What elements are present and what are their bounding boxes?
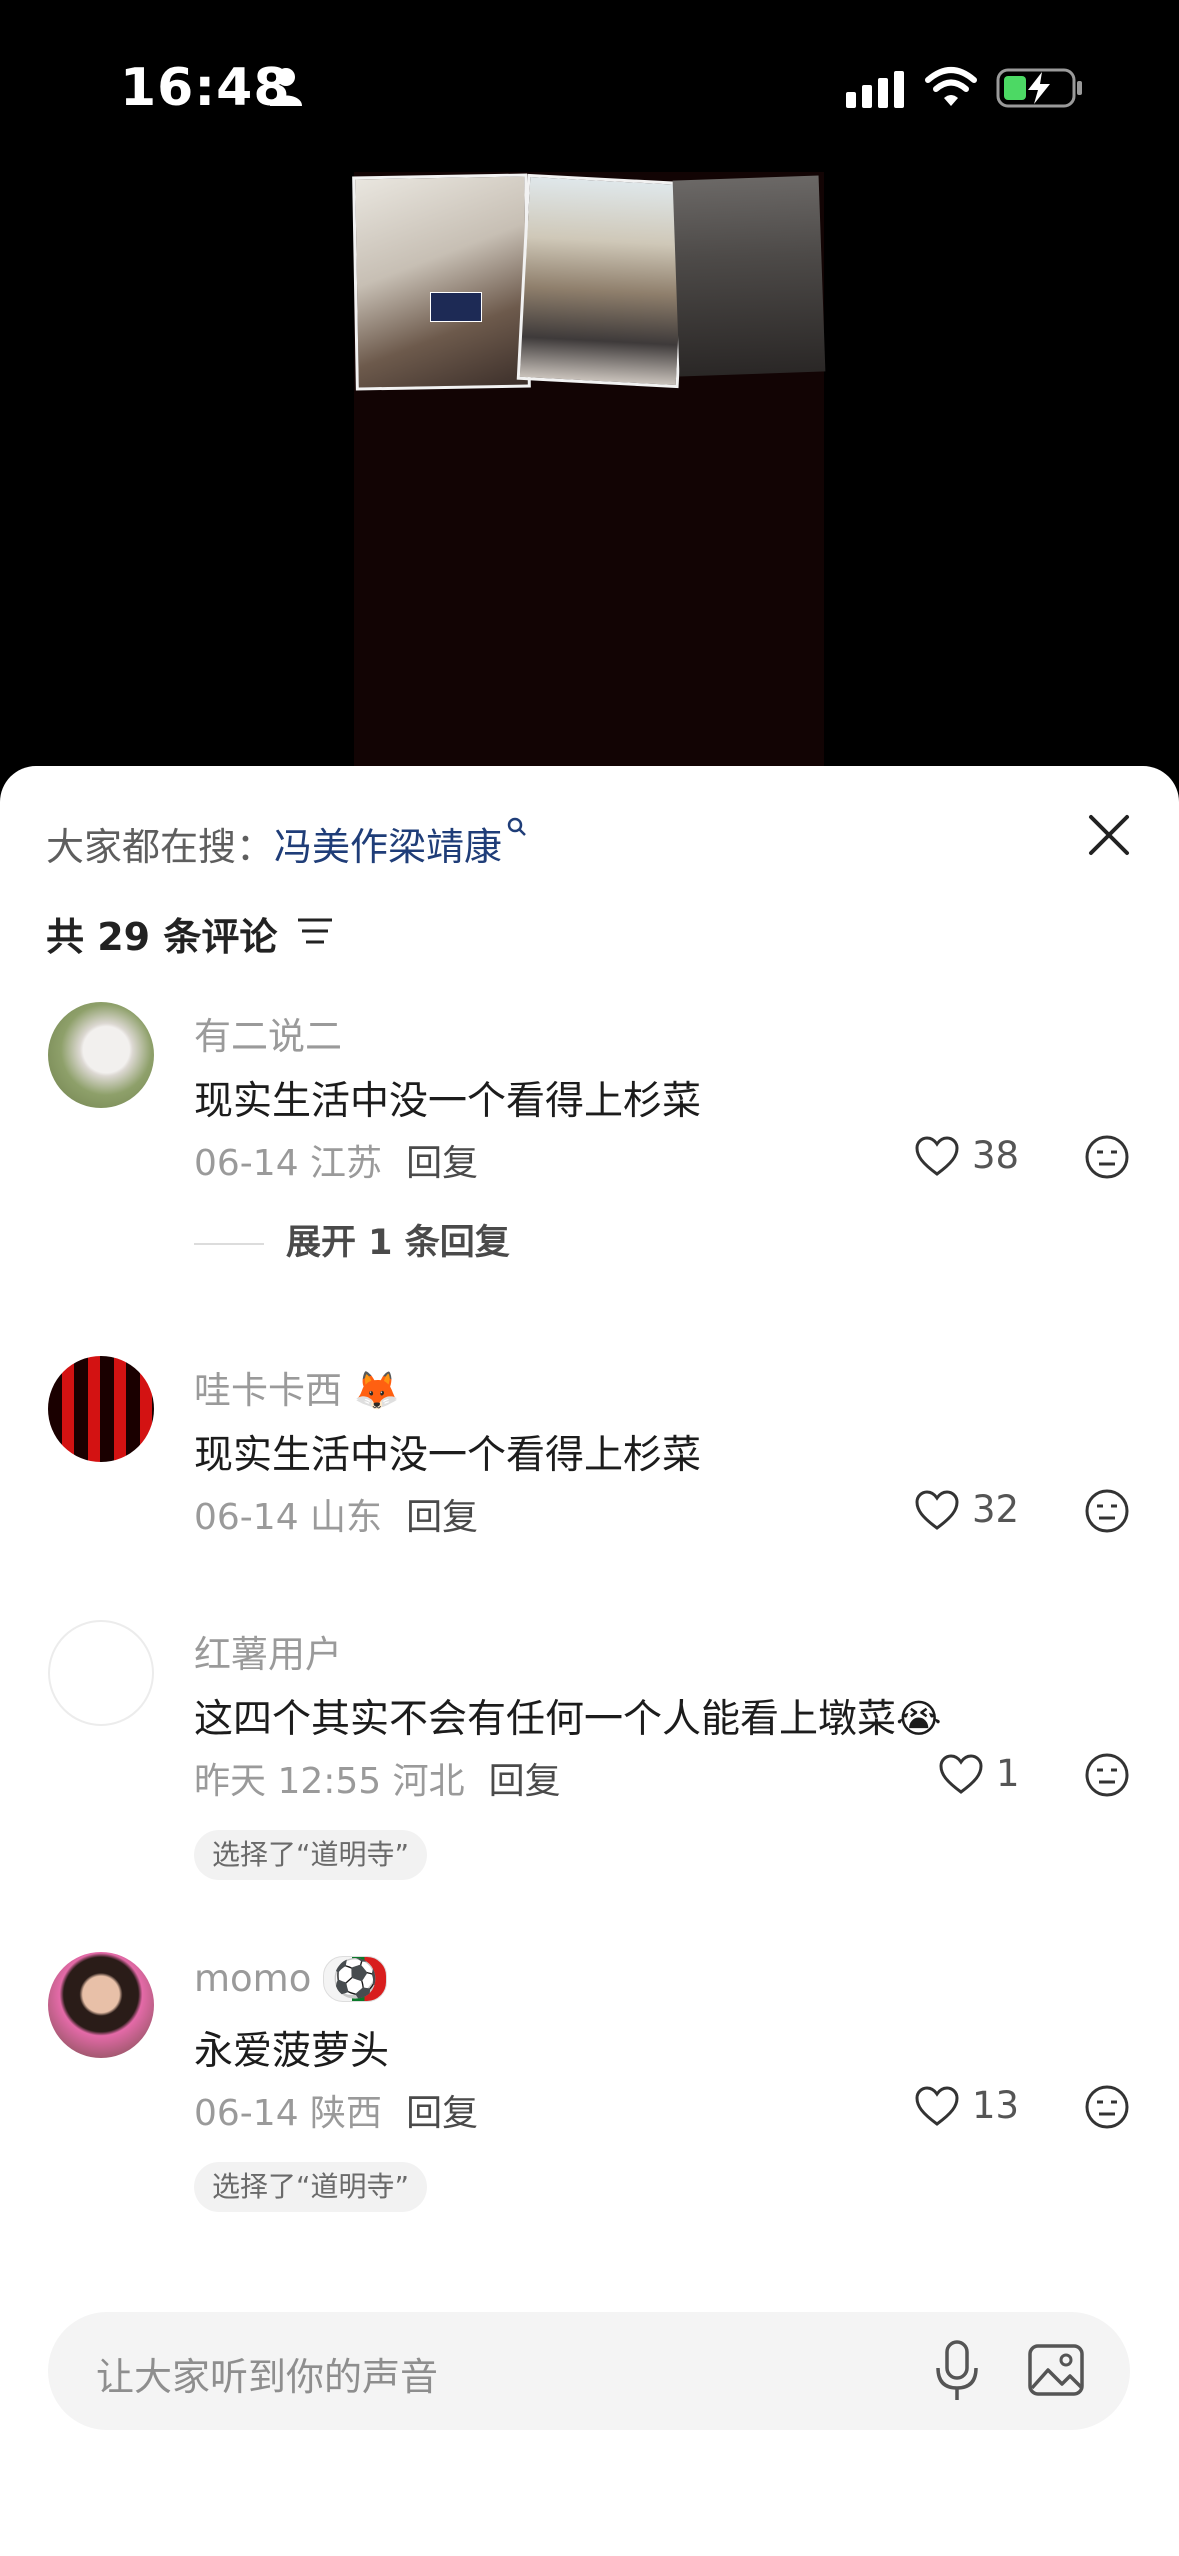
battery-charging-icon [996, 68, 1082, 108]
username[interactable]: momo ⚽ [194, 1956, 388, 2002]
image-picker-icon[interactable] [1026, 2342, 1086, 2398]
wifi-icon [925, 67, 977, 106]
video-frame-photo [672, 175, 826, 377]
comment-input[interactable]: 让大家听到你的声音 [96, 2346, 438, 2401]
reply-button[interactable]: 回复 [406, 1497, 478, 1538]
soccer-ball-icon: ⚽ [332, 1957, 379, 2000]
vote-tag: 选择了“道明寺” [194, 1830, 428, 1880]
heart-icon [915, 2086, 959, 2126]
comment-meta: 06-14 陕西 回复 [194, 2084, 478, 2136]
avatar[interactable] [48, 1002, 154, 1108]
like-count: 13 [972, 2084, 1020, 2127]
sort-filter-icon[interactable] [296, 914, 334, 948]
video-frame-photo [352, 173, 531, 391]
search-suggestion-prefix: 大家都在搜： [46, 825, 275, 869]
microphone-icon[interactable] [928, 2338, 986, 2404]
comment-text: 现实生活中没一个看得上杉菜 [194, 1079, 702, 1124]
reply-button[interactable]: 回复 [406, 1143, 478, 1184]
person-icon [270, 68, 302, 106]
expand-replies-label: 展开 1 条回复 [286, 1223, 510, 1263]
comment-date-location: 昨天 12:55 河北 [194, 1761, 465, 1802]
comment-sheet: 大家都在搜：冯美作梁靖康 共 29 条评论 有二说二 现实生活中没一个看得上杉菜… [0, 766, 1179, 2556]
comment-text: 这四个其实不会有任何一个人能看上墩菜😭 [194, 1688, 942, 1744]
username[interactable]: 哇卡卡西 🦊 [194, 1360, 400, 1414]
like-count: 1 [996, 1752, 1020, 1795]
reply-button[interactable]: 回复 [489, 1761, 561, 1802]
dislike-face-icon[interactable] [1084, 2084, 1130, 2130]
fox-emoji-icon: 🦊 [353, 1369, 400, 1412]
comment-meta: 06-14 山东 回复 [194, 1488, 478, 1540]
comment-count: 共 29 条评论 [46, 915, 278, 959]
search-suggestion-link[interactable]: 冯美作梁靖康 [274, 825, 502, 869]
comment-text-content: 这四个其实不会有任何一个人能看上墩菜 [194, 1697, 897, 1742]
comment-meta: 昨天 12:55 河北 回复 [194, 1752, 561, 1804]
status-time: 16:48 [120, 58, 291, 118]
divider [194, 1243, 264, 1245]
reply-button[interactable]: 回复 [406, 2093, 478, 2134]
comment-date-location: 06-14 陕西 [194, 2093, 383, 2134]
avatar[interactable] [48, 1356, 154, 1462]
avatar[interactable] [48, 1620, 154, 1726]
video-frame-photo [516, 173, 690, 389]
username[interactable]: 红薯用户 [194, 1624, 342, 1678]
heart-icon [915, 1136, 959, 1176]
like-count: 32 [972, 1488, 1020, 1531]
dislike-face-icon[interactable] [1084, 1752, 1130, 1798]
like-count: 38 [972, 1134, 1020, 1177]
magazine-logo-placard [430, 292, 482, 322]
dislike-face-icon[interactable] [1084, 1488, 1130, 1534]
football-flag-badge: ⚽ [323, 1956, 388, 2002]
comment-text: 永爱菠萝头 [194, 2029, 390, 2074]
avatar[interactable] [48, 1952, 154, 2058]
username[interactable]: 有二说二 [194, 1006, 342, 1060]
comment-date-location: 06-14 江苏 [194, 1143, 383, 1184]
status-bar: 16:48 [0, 0, 1179, 170]
vote-tag: 选择了“道明寺” [194, 2162, 428, 2212]
username-text: 哇卡卡西 [194, 1369, 342, 1412]
expand-replies[interactable]: 展开 1 条回复 [194, 1214, 510, 1265]
heart-icon [915, 1490, 959, 1530]
comment-date-location: 06-14 山东 [194, 1497, 383, 1538]
heart-icon [939, 1754, 983, 1794]
username-text: momo [194, 1957, 312, 2000]
dislike-face-icon[interactable] [1084, 1134, 1130, 1180]
cellular-signal-icon [846, 71, 904, 108]
close-icon[interactable] [1082, 808, 1136, 862]
comment-text: 现实生活中没一个看得上杉菜 [194, 1433, 702, 1478]
comment-input-bar[interactable]: 让大家听到你的声音 [48, 2312, 1130, 2430]
search-icon [507, 817, 526, 836]
crying-emoji-icon: 😭 [896, 1697, 942, 1742]
search-suggestion: 大家都在搜：冯美作梁靖康 [46, 816, 528, 871]
comment-meta: 06-14 江苏 回复 [194, 1134, 478, 1186]
